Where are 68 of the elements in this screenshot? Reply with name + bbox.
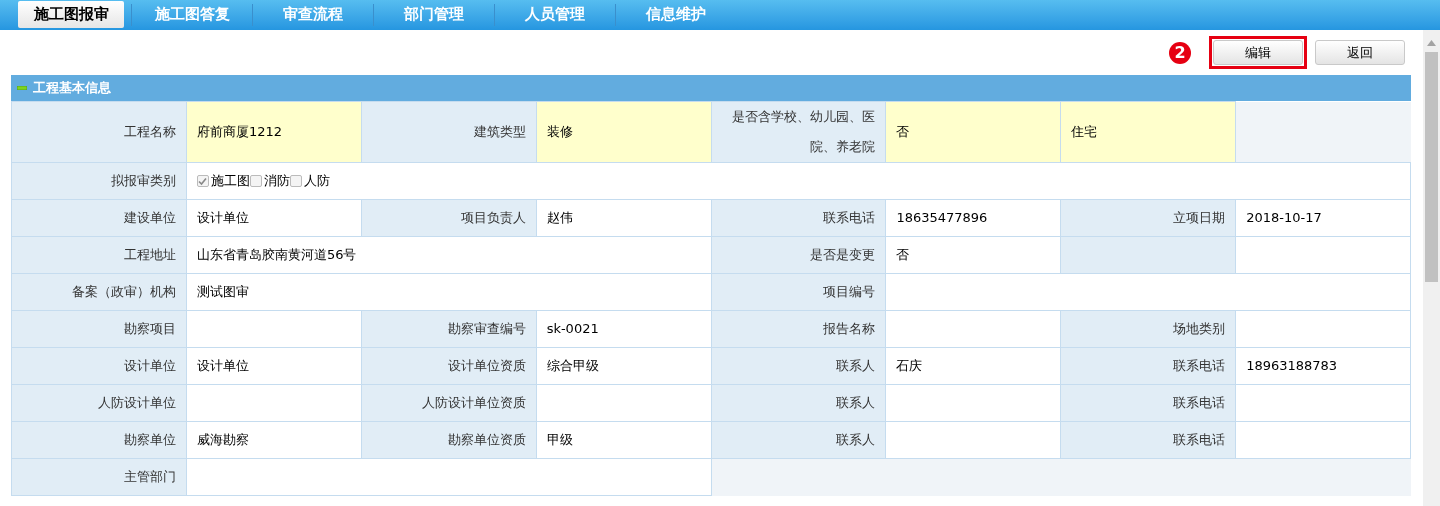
field-label: 拟报审类别 <box>110 173 176 188</box>
field-value: 装修 <box>546 124 573 140</box>
field-value: 府前商厦1212 <box>196 124 282 140</box>
field-label: 项目编号 <box>823 284 876 299</box>
scrollbar[interactable] <box>1423 30 1440 506</box>
checkmark-icon <box>198 176 208 186</box>
field-value: 综合甲级 <box>546 358 599 374</box>
field-label: 是否含学校、幼儿园、医院、养老院 <box>732 109 876 154</box>
checkbox-label: 施工图 <box>210 172 250 191</box>
field-label: 建设单位 <box>123 210 176 225</box>
field-label: 立项日期 <box>1173 210 1226 225</box>
checkbox[interactable] <box>249 175 262 187</box>
field-label: 联系电话 <box>1173 358 1226 373</box>
field-value: 18963188783 <box>1246 358 1338 374</box>
field-value: sk-0021 <box>546 321 599 337</box>
field-value: 设计单位 <box>196 210 249 226</box>
checkbox-label: 消防 <box>263 172 290 191</box>
nav-tab[interactable]: 部门管理 <box>381 1 487 28</box>
field-label: 联系电话 <box>1173 432 1226 447</box>
checkbox[interactable] <box>196 175 209 187</box>
field-label: 人防设计单位资质 <box>421 395 526 410</box>
checkbox[interactable] <box>289 175 302 187</box>
checkbox-label: 人防 <box>303 172 330 191</box>
field-label: 勘察项目 <box>123 321 176 336</box>
field-label: 工程地址 <box>123 247 176 262</box>
nav-tab[interactable]: 施工图答复 <box>139 1 245 28</box>
field-label: 建筑类型 <box>473 124 526 139</box>
field-label: 设计单位 <box>123 358 176 373</box>
field-label: 主管部门 <box>123 469 176 484</box>
field-value: 赵伟 <box>546 210 573 226</box>
field-value: 设计单位 <box>196 358 249 374</box>
nav-tab[interactable]: 人员管理 <box>502 1 608 28</box>
field-label: 联系人 <box>836 395 876 410</box>
scroll-thumb[interactable] <box>1425 52 1438 282</box>
field-label: 人防设计单位 <box>97 395 176 410</box>
field-value: 18635477896 <box>896 210 988 226</box>
field-value: 山东省青岛胶南黄河道56号 <box>196 247 357 263</box>
action-button[interactable]: 返回 <box>1315 40 1405 66</box>
field-value: 否 <box>896 124 910 140</box>
field-label: 联系人 <box>836 358 876 373</box>
field-label: 勘察审查编号 <box>447 321 526 336</box>
nav-tab[interactable]: 施工图报审 <box>18 1 124 28</box>
section-header[interactable]: 工程基本信息 <box>11 75 1411 101</box>
action-button[interactable]: 编辑 <box>1213 40 1303 66</box>
field-label: 备案（政审）机构 <box>71 284 176 299</box>
step-badge: 2 <box>1169 41 1191 64</box>
field-label: 勘察单位资质 <box>447 432 526 447</box>
field-label: 联系电话 <box>823 210 876 225</box>
nav-tab[interactable]: 信息维护 <box>623 1 729 28</box>
field-label: 工程名称 <box>123 124 176 139</box>
field-label: 场地类别 <box>1173 321 1226 336</box>
field-label: 设计单位资质 <box>447 358 526 373</box>
field-label: 项目负责人 <box>460 210 526 225</box>
field-label: 勘察单位 <box>123 432 176 447</box>
field-value: 甲级 <box>546 432 573 448</box>
collapse-icon <box>17 86 27 90</box>
field-value: 石庆 <box>896 358 923 374</box>
field-value: 住宅 <box>1071 124 1098 140</box>
field-label: 是否是变更 <box>810 247 876 262</box>
field-label: 联系电话 <box>1173 395 1226 410</box>
field-value: 否 <box>896 247 910 263</box>
nav-tab[interactable]: 审查流程 <box>260 1 366 28</box>
scroll-up-icon[interactable] <box>1427 40 1436 46</box>
field-label: 报告名称 <box>823 321 876 336</box>
field-value: 威海勘察 <box>196 432 249 448</box>
field-label: 联系人 <box>836 432 876 447</box>
field-value: 2018-10-17 <box>1246 210 1322 226</box>
field-value: 测试图审 <box>196 284 249 300</box>
